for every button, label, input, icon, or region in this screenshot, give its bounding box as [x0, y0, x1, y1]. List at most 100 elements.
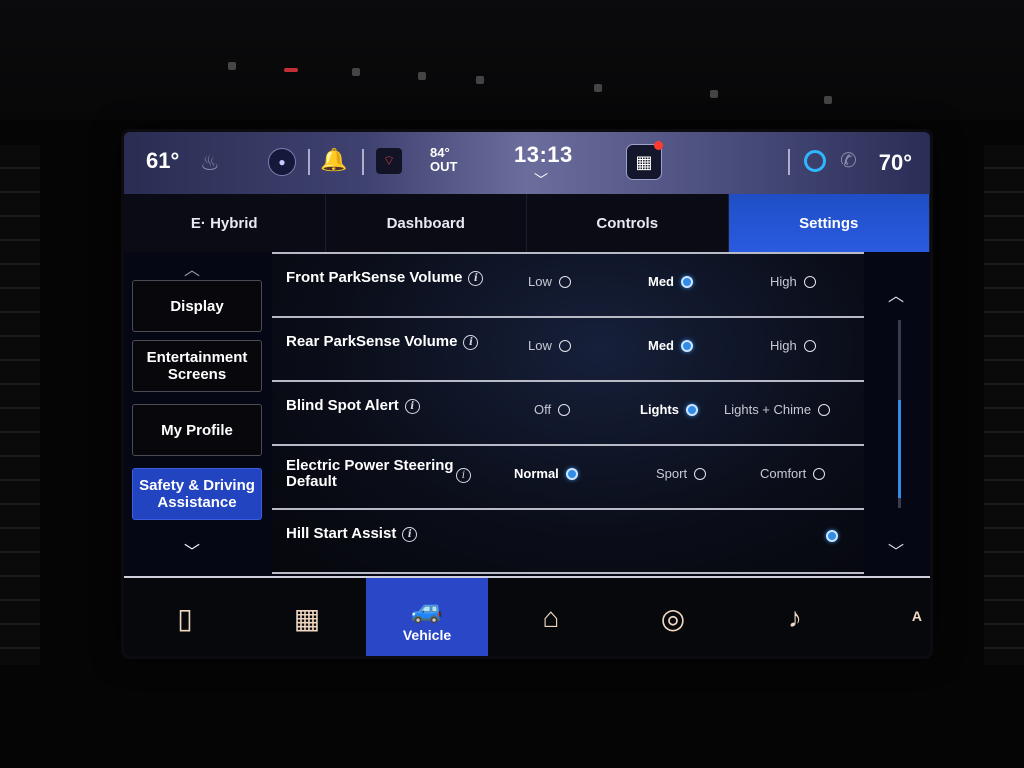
setting-row-blind-spot-alert: Blind Spot Alert i Off Lights Lights + Ch…	[272, 382, 864, 446]
divider	[308, 149, 310, 175]
compass-icon: ◎	[660, 602, 686, 634]
option-lights[interactable]: Lights	[640, 402, 698, 417]
apps-grid-icon: ▦	[293, 602, 321, 634]
radio-button-selected[interactable]	[565, 467, 578, 480]
chevron-down-icon[interactable]: ﹀	[534, 170, 548, 190]
clock[interactable]: 13:13	[514, 142, 573, 168]
phone-call-icon[interactable]: ✆	[840, 148, 857, 173]
option-label: Low	[528, 338, 552, 353]
radio-button[interactable]	[558, 275, 571, 288]
info-icon[interactable]: i	[404, 398, 420, 414]
dashboard-bezel	[0, 0, 1024, 120]
setting-label-text: Electric Power Steering Default	[286, 457, 454, 490]
vehicle-icon: 🚙	[410, 593, 444, 624]
nav-item-display[interactable]: Display	[132, 280, 262, 332]
option-sport[interactable]: Sport	[656, 466, 707, 481]
tab-e-hybrid[interactable]: E· Hybrid	[124, 194, 326, 252]
status-bar: 61° ♨ ● 🔔 ⌔ 84° OUT 13:13 ﹀ ▦ ✆ 70°	[124, 132, 930, 194]
notification-bell-icon[interactable]: 🔔	[320, 147, 347, 173]
info-icon[interactable]: i	[468, 270, 484, 286]
radio-button[interactable]	[558, 403, 571, 416]
option-label: High	[770, 274, 797, 289]
dock-apps[interactable]: ▦	[246, 578, 368, 656]
setting-label: Hill Start Assist i	[286, 525, 418, 542]
option-lights-chime[interactable]: Lights + Chime	[724, 402, 831, 417]
tab-controls[interactable]: Controls	[527, 194, 729, 252]
passenger-temperature[interactable]: 70°	[879, 150, 912, 176]
tab-settings[interactable]: Settings	[728, 194, 930, 252]
divider	[362, 149, 364, 175]
setting-label: Electric Power Steering Default	[286, 458, 466, 490]
setting-row-front-parksense: Front ParkSense Volume i Low Med High	[272, 254, 864, 318]
scrollbar-thumb[interactable]	[898, 400, 901, 498]
scroll-up-icon[interactable]: ︿	[888, 282, 904, 306]
settings-list: Front ParkSense Volume i Low Med High Rea…	[272, 252, 864, 574]
option-label: Off	[534, 402, 552, 417]
voice-command-icon[interactable]: ●	[268, 148, 296, 176]
radio-button-selected[interactable]	[681, 275, 693, 288]
phone-icon: ▯	[177, 602, 193, 634]
music-note-icon: ♪	[788, 602, 802, 633]
option-label: Med	[648, 338, 674, 353]
option-high[interactable]: High	[770, 338, 816, 353]
option-high[interactable]: High	[770, 274, 816, 289]
hardware-button	[228, 62, 236, 70]
settings-category-nav: ︿ Display Entertainment Screens My Profi…	[124, 252, 268, 574]
hazard-button-indicator	[284, 68, 298, 72]
tab-dashboard[interactable]: Dashboard	[326, 194, 527, 252]
dock-vehicle[interactable]: 🚙 Vehicle	[366, 578, 488, 656]
info-icon[interactable]: i	[463, 334, 479, 350]
radio-button[interactable]	[558, 339, 571, 352]
setting-label-text: Front ParkSense Volume	[286, 269, 463, 286]
radio-button-selected[interactable]	[826, 530, 838, 542]
right-air-vent	[984, 145, 1024, 665]
driver-temperature[interactable]: 61°	[146, 148, 179, 174]
hardware-button	[352, 68, 360, 76]
scroll-controls: ︿ ﹀	[868, 252, 930, 574]
radio-button[interactable]	[813, 467, 826, 480]
hardware-button	[710, 90, 718, 98]
dock-home[interactable]: ⌂	[490, 578, 612, 656]
chevron-down-icon[interactable]: ﹀	[184, 538, 200, 562]
option-normal[interactable]: Normal	[514, 466, 578, 481]
option-label: High	[770, 338, 797, 353]
option-med[interactable]: Med	[648, 338, 693, 353]
option-label: Lights	[640, 402, 679, 417]
option-med[interactable]: Med	[648, 274, 693, 289]
setting-row-rear-parksense: Rear ParkSense Volume i Low Med High	[272, 318, 864, 382]
dock-phone[interactable]: ▯	[124, 578, 246, 656]
hardware-button	[824, 96, 832, 104]
radio-button-selected[interactable]	[686, 403, 698, 416]
top-tabs: E· Hybrid Dashboard Controls Settings	[124, 194, 930, 252]
info-icon[interactable]: i	[456, 468, 471, 483]
radio-button-selected[interactable]	[681, 339, 693, 352]
hardware-button	[476, 76, 484, 84]
setting-label-text: Hill Start Assist	[286, 525, 397, 542]
nav-item-entertainment-screens[interactable]: Entertainment Screens	[132, 340, 262, 392]
alexa-icon[interactable]	[804, 150, 826, 172]
radio-button[interactable]	[803, 275, 816, 288]
setting-label: Front ParkSense Volume i	[286, 269, 484, 286]
wifi-icon[interactable]: ⌔	[376, 148, 402, 174]
bottom-dock: ▯ ▦ 🚙 Vehicle ⌂ ◎ ♪ A	[124, 576, 930, 656]
scroll-down-icon[interactable]: ﹀	[888, 538, 904, 562]
nav-item-my-profile[interactable]: My Profile	[132, 404, 262, 456]
option-label: Comfort	[760, 466, 807, 481]
info-icon[interactable]: i	[402, 526, 418, 542]
dock-navigation[interactable]: ◎	[612, 578, 734, 656]
nav-item-safety-driving-assistance[interactable]: Safety & Driving Assistance	[132, 468, 262, 520]
option-off[interactable]: Off	[534, 402, 571, 417]
option-low[interactable]: Low	[528, 338, 571, 353]
option-low[interactable]: Low	[528, 274, 571, 289]
radio-button[interactable]	[694, 467, 707, 480]
dock-corner-glyph[interactable]: A	[912, 608, 922, 624]
seat-heat-icon[interactable]: ♨	[200, 150, 220, 176]
option-label: Lights + Chime	[724, 402, 812, 417]
radio-button[interactable]	[803, 339, 816, 352]
radio-button[interactable]	[818, 403, 831, 416]
dock-media[interactable]: ♪	[734, 578, 856, 656]
toggle-hill-start-assist[interactable]	[826, 530, 838, 542]
outside-temp-value: 84°	[430, 145, 450, 160]
chevron-up-icon[interactable]: ︿	[184, 256, 200, 280]
option-comfort[interactable]: Comfort	[760, 466, 826, 481]
